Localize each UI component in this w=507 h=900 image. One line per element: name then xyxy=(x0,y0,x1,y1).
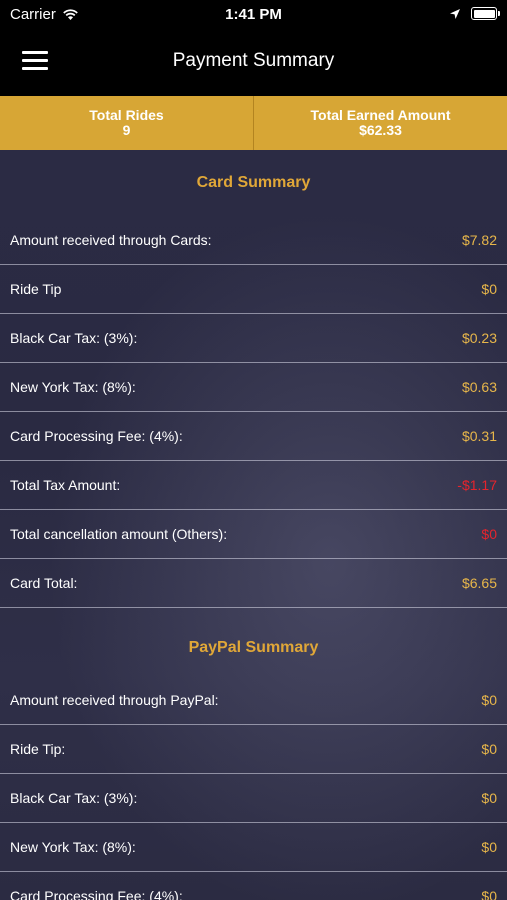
total-earned-value: $62.33 xyxy=(359,122,402,138)
summary-row: Total cancellation amount (Others): $0 xyxy=(0,510,507,559)
summary-row: Ride Tip $0 xyxy=(0,265,507,314)
row-value-negative: -$1.17 xyxy=(457,477,497,493)
location-arrow-icon xyxy=(450,8,460,19)
row-value: $0 xyxy=(481,839,497,855)
summary-row: Amount received through Cards: $7.82 xyxy=(0,216,507,265)
row-label: Total cancellation amount (Others): xyxy=(10,526,228,542)
row-label: Ride Tip xyxy=(10,281,62,297)
total-earned-label: Total Earned Amount xyxy=(310,107,451,123)
row-label: Amount received through PayPal: xyxy=(10,692,219,708)
row-label: New York Tax: (8%): xyxy=(10,839,136,855)
row-label: New York Tax: (8%): xyxy=(10,379,136,395)
summary-row: Total Tax Amount: -$1.17 xyxy=(0,461,507,510)
status-bar: Carrier 1:41 PM xyxy=(0,0,507,30)
status-time: 1:41 PM xyxy=(225,6,282,23)
summary-row: Black Car Tax: (3%): $0 xyxy=(0,774,507,823)
row-value: $0.63 xyxy=(461,379,497,395)
navigation-bar: Payment Summary xyxy=(0,30,507,96)
summary-row: New York Tax: (8%): $0 xyxy=(0,823,507,872)
row-label: Total Tax Amount: xyxy=(10,477,121,493)
summary-row: Ride Tip: $0 xyxy=(0,725,507,774)
card-summary-section: Card Summary Amount received through Car… xyxy=(0,150,507,608)
summary-row: Card Processing Fee: (4%): $0 xyxy=(0,872,507,900)
stats-bar: Total Rides 9 Total Earned Amount $62.33 xyxy=(0,96,507,150)
summary-row: Black Car Tax: (3%): $0.23 xyxy=(0,314,507,363)
row-label: Ride Tip: xyxy=(10,741,66,757)
row-value: $0 xyxy=(481,692,497,708)
summary-scroll-view[interactable]: Card Summary Amount received through Car… xyxy=(0,150,507,900)
total-rides-stat: Total Rides 9 xyxy=(0,96,253,150)
row-value: $0 xyxy=(481,281,497,297)
row-value: $0 xyxy=(481,790,497,806)
total-rides-value: 9 xyxy=(122,122,131,138)
page-title: Payment Summary xyxy=(172,50,335,71)
total-earned-stat: Total Earned Amount $62.33 xyxy=(253,96,507,150)
row-value: $0 xyxy=(481,888,497,900)
row-value: $6.65 xyxy=(461,575,497,591)
paypal-summary-section: PayPal Summary Amount received through P… xyxy=(0,620,507,900)
summary-row: Card Processing Fee: (4%): $0.31 xyxy=(0,412,507,461)
row-label: Card Processing Fee: (4%): xyxy=(10,428,183,444)
summary-row: Card Total: $6.65 xyxy=(0,559,507,608)
total-rides-label: Total Rides xyxy=(89,107,164,123)
summary-row: New York Tax: (8%): $0.63 xyxy=(0,363,507,412)
status-indicators xyxy=(449,7,500,20)
row-value-negative: $0 xyxy=(481,526,497,542)
paypal-summary-title: PayPal Summary xyxy=(188,639,319,656)
battery-icon xyxy=(471,7,500,20)
row-label: Black Car Tax: (3%): xyxy=(10,790,138,806)
row-value: $7.82 xyxy=(461,232,497,248)
row-label: Card Total: xyxy=(10,575,78,591)
row-value: $0.23 xyxy=(461,330,497,346)
card-summary-title: Card Summary xyxy=(196,174,311,191)
row-label: Amount received through Cards: xyxy=(10,232,212,248)
summary-row: Amount received through PayPal: $0 xyxy=(0,676,507,725)
row-label: Black Car Tax: (3%): xyxy=(10,330,138,346)
row-label: Card Processing Fee: (4%): xyxy=(10,888,183,900)
row-value: $0 xyxy=(481,741,497,757)
row-value: $0.31 xyxy=(461,428,497,444)
